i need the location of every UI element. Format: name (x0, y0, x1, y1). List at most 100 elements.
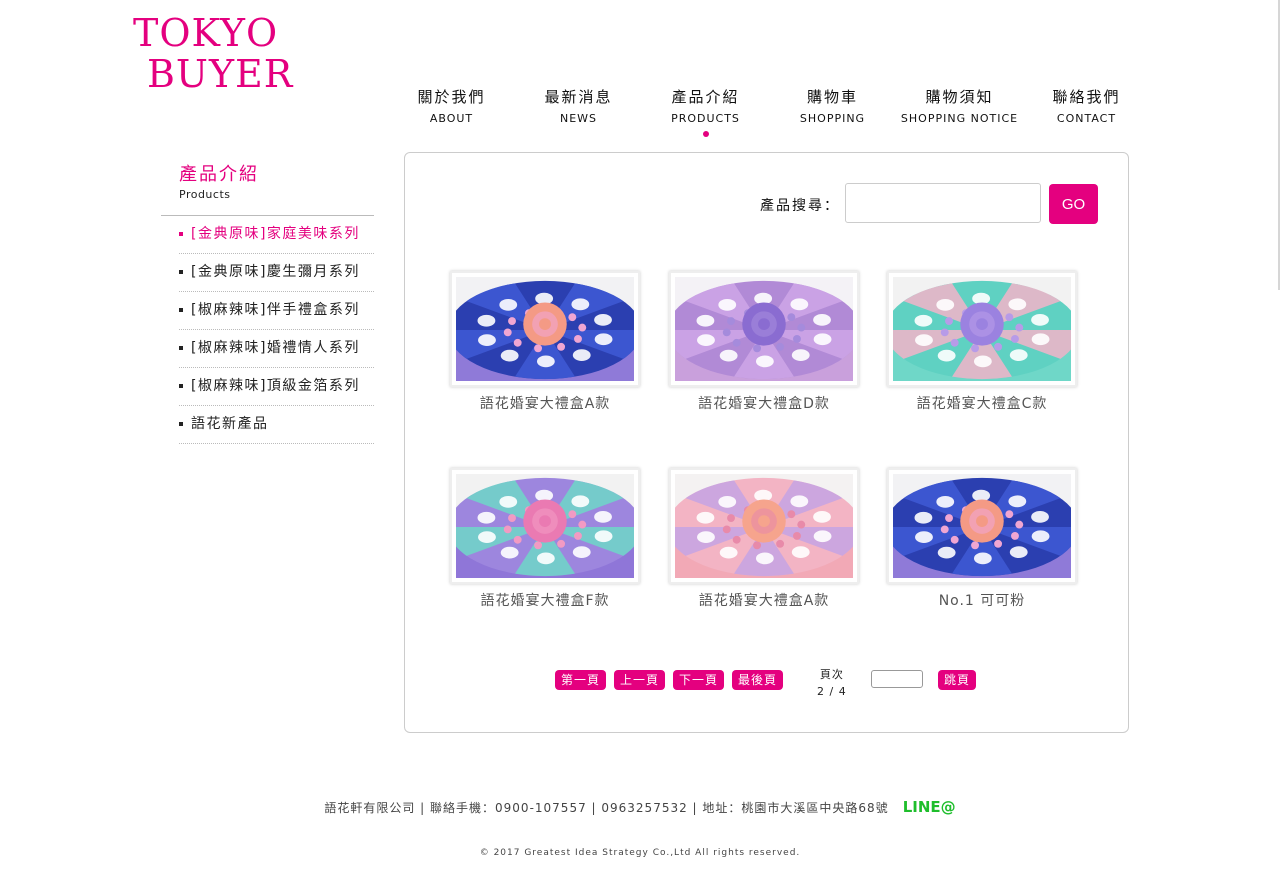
sidebar-item-new-products[interactable]: 語花新產品 (179, 406, 374, 444)
product-name[interactable]: 語花婚宴大禮盒A款 (667, 590, 861, 610)
category-list: [金典原味]家庭美味系列 [金典原味]慶生彌月系列 [椒麻辣味]伴手禮盒系列 [… (161, 216, 374, 444)
label-tag (1031, 510, 1049, 523)
label-tag (478, 531, 496, 543)
bullet-icon (179, 232, 183, 236)
small-flower (945, 317, 953, 325)
label-tag (719, 349, 738, 362)
small-flower (534, 541, 543, 550)
label-tag (718, 298, 737, 311)
label-tag (477, 511, 496, 524)
small-flower (971, 541, 980, 550)
product-name[interactable]: No.1 可可粉 (885, 590, 1079, 610)
line-at-logo[interactable]: LINE@ (903, 798, 956, 816)
nav-about[interactable]: 關於我們 ABOUT (388, 86, 515, 125)
label-tag (499, 495, 518, 508)
label-tag (790, 298, 809, 311)
small-flower (797, 520, 806, 529)
sidebar-item-gift-box[interactable]: [椒麻辣味]伴手禮盒系列 (179, 292, 374, 330)
small-flower (994, 539, 1003, 548)
rose-core (539, 515, 551, 527)
label-tag (914, 314, 933, 327)
small-flower (732, 535, 741, 544)
search-input[interactable] (845, 183, 1041, 223)
product-name[interactable]: 語花婚宴大禮盒A款 (448, 393, 642, 413)
product-card[interactable]: 語花婚宴大禮盒A款 (667, 468, 861, 610)
small-flower (503, 525, 512, 534)
product-image[interactable] (887, 271, 1077, 387)
product-image[interactable] (450, 271, 640, 387)
small-flower (797, 323, 806, 332)
label-tag (536, 552, 555, 565)
product-card[interactable]: 語花婚宴大禮盒C款 (885, 271, 1079, 413)
search-label: 產品搜尋： (760, 198, 840, 214)
bullet-icon (179, 270, 183, 274)
label-tag (696, 511, 715, 524)
nav-shopping[interactable]: 購物車 SHOPPING (769, 86, 896, 125)
nav-products[interactable]: 產品介紹 PRODUCTS (642, 86, 769, 137)
nav-label: 關於我們 (417, 88, 486, 106)
cake-box-photo (893, 474, 1071, 578)
copyright: © 2017 Greatest Idea Strategy Co.,Ltd Al… (479, 848, 801, 858)
last-page-button[interactable]: 最後頁 (732, 670, 784, 690)
jump-page-input[interactable] (871, 670, 923, 688)
product-card[interactable]: 語花婚宴大禮盒D款 (667, 271, 861, 413)
small-flower (727, 317, 735, 325)
product-card[interactable]: 語花婚宴大禮盒F款 (448, 468, 642, 610)
label-tag (572, 546, 591, 559)
page-label: 頁次 (819, 668, 844, 681)
label-tag (813, 530, 832, 543)
product-panel: 產品搜尋： GO 語花婚宴大禮盒A款 語花婚宴大禮盒D款 語花婚宴大禮盒C款 語… (404, 152, 1129, 733)
sidebar-item-birthday[interactable]: [金典原味]慶生彌月系列 (179, 254, 374, 292)
small-flower (753, 541, 762, 550)
small-flower (753, 344, 762, 353)
label-tag (813, 313, 831, 326)
product-card[interactable]: 語花婚宴大禮盒A款 (448, 271, 642, 413)
small-flower (722, 328, 731, 337)
search-go-button[interactable]: GO (1049, 184, 1098, 224)
jump-page-button[interactable]: 跳頁 (938, 670, 977, 690)
label-tag (791, 546, 810, 559)
label-tag (813, 510, 831, 523)
product-name[interactable]: 語花婚宴大禮盒D款 (667, 393, 861, 413)
nav-contact[interactable]: 聯絡我們 CONTACT (1023, 86, 1150, 125)
product-image[interactable] (669, 271, 859, 387)
sidebar-item-gold-foil[interactable]: [椒麻辣味]頂級金箔系列 (179, 368, 374, 406)
bullet-icon (179, 384, 183, 388)
sidebar-item-family[interactable]: [金典原味]家庭美味系列 (179, 216, 374, 254)
small-flower (950, 535, 959, 544)
sidebar-item-wedding[interactable]: [椒麻辣味]婚禮情人系列 (179, 330, 374, 368)
product-image[interactable] (669, 468, 859, 584)
small-flower (568, 313, 577, 322)
active-indicator-dot (702, 131, 709, 137)
label-tag (478, 334, 496, 346)
prev-page-button[interactable]: 上一頁 (614, 670, 666, 690)
product-image[interactable] (887, 468, 1077, 584)
label-tag (572, 349, 591, 362)
label-tag (594, 313, 612, 326)
product-name[interactable]: 語花婚宴大禮盒F款 (448, 590, 642, 610)
product-name[interactable]: 語花婚宴大禮盒C款 (885, 393, 1079, 413)
nav-news[interactable]: 最新消息 NEWS (515, 86, 642, 125)
small-flower (1015, 520, 1024, 529)
label-tag (915, 531, 933, 543)
small-flower (994, 342, 1003, 351)
small-flower (940, 525, 949, 534)
company-info: 語花軒有限公司 | 聯絡手機：0900-107557 | 0963257532 … (324, 801, 889, 815)
label-tag (936, 298, 955, 311)
product-image[interactable] (450, 468, 640, 584)
first-page-button[interactable]: 第一頁 (555, 670, 607, 690)
brand-logo[interactable]: TOKYO BUYER (133, 14, 293, 93)
small-flower (950, 338, 959, 347)
nav-label: 購物須知 (925, 88, 994, 106)
next-page-button[interactable]: 下一頁 (673, 670, 725, 690)
cake-box-photo (675, 277, 853, 381)
sidebar-item-label: 語花新產品 (191, 416, 269, 432)
label-tag (936, 495, 955, 508)
product-card[interactable]: No.1 可可粉 (885, 468, 1079, 610)
cake-box-photo (456, 277, 634, 381)
small-flower (1005, 313, 1014, 322)
rose-core (758, 318, 770, 330)
nav-shopping-notice[interactable]: 購物須知 SHOPPING NOTICE (896, 86, 1023, 125)
label-tag (1008, 298, 1027, 311)
small-flower (1011, 531, 1019, 540)
